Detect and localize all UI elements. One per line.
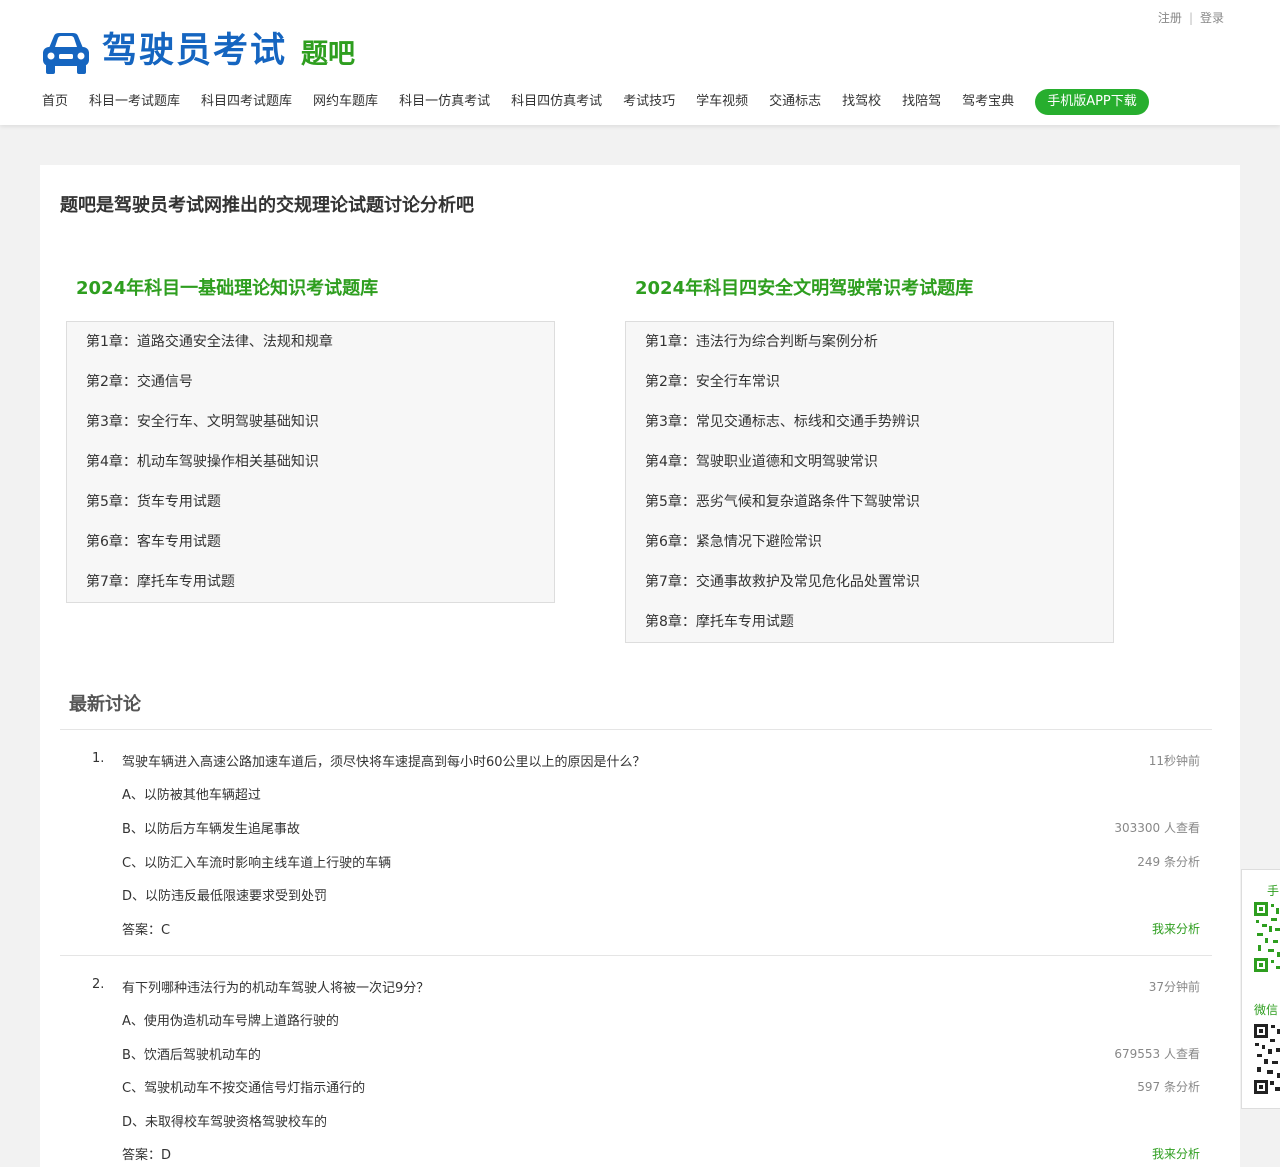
page-intro: 题吧是驾驶员考试网推出的交规理论试题讨论分析吧 bbox=[60, 195, 474, 216]
subject1-chapter[interactable]: 第4章：机动车驾驶操作相关基础知识 bbox=[67, 442, 554, 482]
question-number: 2. bbox=[92, 977, 105, 992]
logo-subtitle: 题吧 bbox=[301, 39, 356, 70]
nav-subject4-bank[interactable]: 科目四考试题库 bbox=[201, 89, 292, 115]
login-link[interactable]: 登录 bbox=[1200, 11, 1224, 25]
question-option: D、未取得校车驾驶资格驾驶校车的 bbox=[122, 1115, 328, 1130]
nav-videos[interactable]: 学车视频 bbox=[696, 89, 748, 115]
app-qr-label: 手 bbox=[1267, 884, 1280, 898]
question-option: C、以防汇入车流时影响主线车道上行驶的车辆 bbox=[122, 856, 392, 871]
question-item: 2. 有下列哪种违法行为的机动车驾驶人将被一次记9分？ 37分钟前 A、使用伪造… bbox=[60, 974, 1212, 1164]
site-logo[interactable]: 驾驶员考试 题吧 bbox=[40, 28, 355, 78]
subject1-chapter[interactable]: 第5章：货车专用试题 bbox=[67, 482, 554, 522]
question-option: B、以防后方车辆发生追尾事故 bbox=[122, 822, 300, 837]
main-nav: 首页 科目一考试题库 科目四考试题库 网约车题库 科目一仿真考试 科目四仿真考试… bbox=[42, 89, 1149, 115]
subject1-chapter-list: 第1章：道路交通安全法律、法规和规章 第2章：交通信号 第3章：安全行车、文明驾… bbox=[66, 321, 555, 603]
subject1-chapter[interactable]: 第1章：道路交通安全法律、法规和规章 bbox=[67, 322, 554, 362]
logo-title: 驾驶员考试 bbox=[102, 30, 288, 71]
view-count: 303300 人查看 bbox=[1114, 821, 1200, 835]
nav-subject4-mock[interactable]: 科目四仿真考试 bbox=[511, 89, 602, 115]
top-links: 注册 | 登录 bbox=[1158, 9, 1224, 26]
nav-exam-tips[interactable]: 考试技巧 bbox=[623, 89, 675, 115]
question-number: 1. bbox=[92, 751, 105, 766]
subject4-chapter[interactable]: 第8章：摩托车专用试题 bbox=[626, 602, 1113, 642]
subject1-chapter[interactable]: 第6章：客车专用试题 bbox=[67, 522, 554, 562]
nav-subject1-mock[interactable]: 科目一仿真考试 bbox=[399, 89, 490, 115]
analyze-link[interactable]: 我来分析 bbox=[1152, 1145, 1200, 1162]
latest-discussion-title: 最新讨论 bbox=[69, 694, 141, 715]
question-time: 11秒钟前 bbox=[1148, 754, 1200, 768]
subject1-chapter[interactable]: 第2章：交通信号 bbox=[67, 362, 554, 402]
subject1-chapter[interactable]: 第3章：安全行车、文明驾驶基础知识 bbox=[67, 402, 554, 442]
question-option: D、以防违反最低限速要求受到处罚 bbox=[122, 889, 328, 904]
question-time: 37分钟前 bbox=[1148, 980, 1200, 994]
subject4-chapter-list: 第1章：违法行为综合判断与案例分析 第2章：安全行车常识 第3章：常见交通标志、… bbox=[625, 321, 1114, 643]
question-text[interactable]: 驾驶车辆进入高速公路加速车道后，须尽快将车速提高到每小时60公里以上的原因是什么… bbox=[122, 751, 646, 770]
subject4-title[interactable]: 2024年科目四安全文明驾驶常识考试题库 bbox=[635, 274, 973, 300]
wechat-qr-label: 微信 bbox=[1254, 1003, 1279, 1017]
subject1-title[interactable]: 2024年科目一基础理论知识考试题库 bbox=[76, 274, 378, 300]
divider bbox=[60, 955, 1212, 956]
nav-find-school[interactable]: 找驾校 bbox=[842, 89, 881, 115]
analyze-link[interactable]: 我来分析 bbox=[1152, 920, 1200, 937]
subject4-chapter[interactable]: 第7章：交通事故救护及常见危化品处置常识 bbox=[626, 562, 1113, 602]
question-option: B、饮酒后驾驶机动车的 bbox=[122, 1048, 261, 1063]
question-answer: 答案：C bbox=[122, 923, 171, 938]
nav-home[interactable]: 首页 bbox=[42, 89, 68, 115]
nav-ridehail-bank[interactable]: 网约车题库 bbox=[313, 89, 378, 115]
qr-code-icon bbox=[1254, 900, 1280, 974]
analysis-count: 597 条分析 bbox=[1137, 1080, 1200, 1094]
question-option: C、驾驶机动车不按交通信号灯指示通行的 bbox=[122, 1081, 366, 1096]
app-download-button[interactable]: 手机版APP下载 bbox=[1035, 89, 1149, 115]
question-option: A、以防被其他车辆超过 bbox=[122, 788, 261, 803]
question-text[interactable]: 有下列哪种违法行为的机动车驾驶人将被一次记9分？ bbox=[122, 977, 429, 996]
analysis-count: 249 条分析 bbox=[1137, 855, 1200, 869]
subject4-chapter[interactable]: 第2章：安全行车常识 bbox=[626, 362, 1113, 402]
link-separator: | bbox=[1188, 11, 1193, 25]
question-item: 1. 驾驶车辆进入高速公路加速车道后，须尽快将车速提高到每小时60公里以上的原因… bbox=[60, 748, 1212, 938]
subject1-chapter[interactable]: 第7章：摩托车专用试题 bbox=[67, 562, 554, 602]
subject4-chapter[interactable]: 第1章：违法行为综合判断与案例分析 bbox=[626, 322, 1113, 362]
nav-traffic-signs[interactable]: 交通标志 bbox=[769, 89, 821, 115]
question-answer: 答案：D bbox=[122, 1148, 172, 1163]
question-option: A、使用伪造机动车号牌上道路行驶的 bbox=[122, 1014, 339, 1029]
nav-find-coach[interactable]: 找陪驾 bbox=[902, 89, 941, 115]
nav-subject1-bank[interactable]: 科目一考试题库 bbox=[89, 89, 180, 115]
qr-code-icon bbox=[1254, 1022, 1280, 1096]
content-panel: 题吧是驾驶员考试网推出的交规理论试题讨论分析吧 2024年科目一基础理论知识考试… bbox=[40, 165, 1240, 1167]
floating-qr-panel[interactable]: 手 微信 bbox=[1241, 869, 1280, 1109]
subject4-chapter[interactable]: 第3章：常见交通标志、标线和交通手势辨识 bbox=[626, 402, 1113, 442]
register-link[interactable]: 注册 bbox=[1158, 11, 1182, 25]
divider bbox=[60, 729, 1212, 730]
subject4-chapter[interactable]: 第5章：恶劣气候和复杂道路条件下驾驶常识 bbox=[626, 482, 1113, 522]
subject4-chapter[interactable]: 第4章：驾驶职业道德和文明驾驶常识 bbox=[626, 442, 1113, 482]
subject4-chapter[interactable]: 第6章：紧急情况下避险常识 bbox=[626, 522, 1113, 562]
site-header: 注册 | 登录 驾驶员考试 题吧 首页 科目一考试题库 科目四考试题库 网约车题库 … bbox=[0, 0, 1280, 125]
car-icon bbox=[43, 33, 89, 74]
view-count: 679553 人查看 bbox=[1114, 1047, 1200, 1061]
nav-handbook[interactable]: 驾考宝典 bbox=[962, 89, 1014, 115]
